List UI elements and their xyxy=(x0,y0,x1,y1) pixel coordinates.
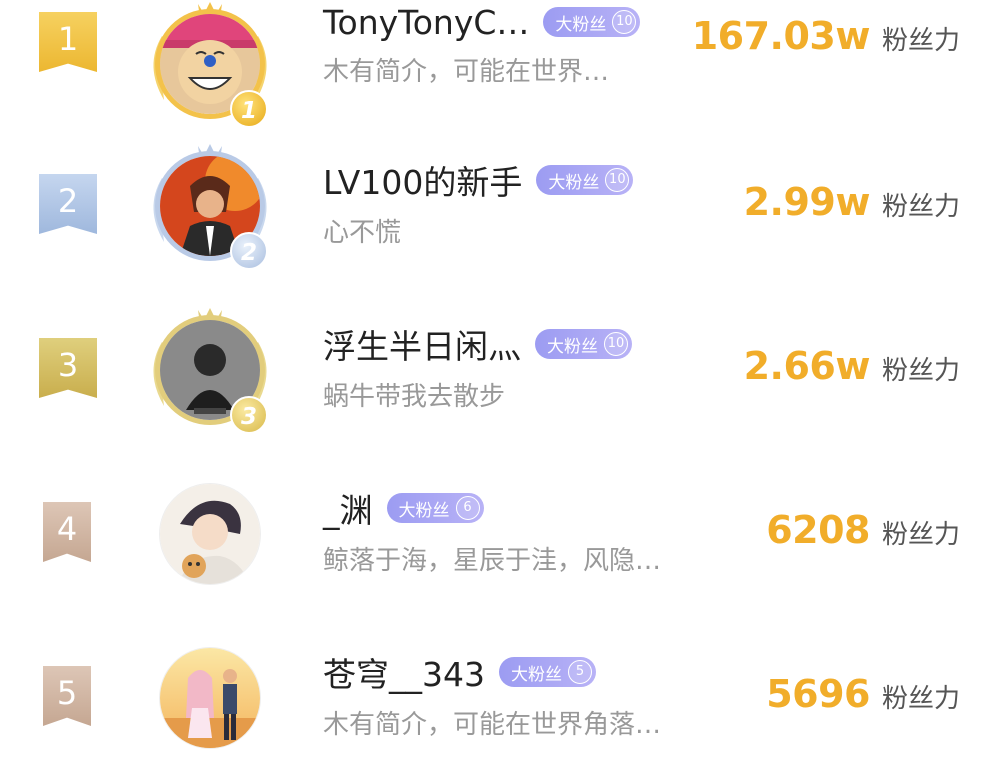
score-value: 6208 xyxy=(766,508,870,552)
badge-level: 10 xyxy=(612,10,637,34)
user-bio: 鲸落于海，星辰于洼，风隐… xyxy=(323,546,662,576)
fan-badge: 大粉丝 6 xyxy=(386,493,484,523)
badge-level: 5 xyxy=(568,660,592,684)
fan-ranking-list: 1 1 TonyTonyC… 大粉丝 10 木有简介，可能在世界… 167.03… xyxy=(0,0,1000,781)
score-value: 5696 xyxy=(766,672,870,716)
avatar-container[interactable]: 1 xyxy=(140,0,280,136)
badge-label: 大粉丝 xyxy=(547,336,598,357)
user-name[interactable]: LV100的新手 xyxy=(323,156,522,204)
ranking-row[interactable]: 3 3 浮生半日闲灬 大粉丝 10 蜗牛带我去散步 2.66w 粉丝力 xyxy=(0,290,1000,450)
fan-power-score: 2.66w 粉丝力 xyxy=(744,344,960,388)
user-name[interactable]: 浮生半日闲灬 xyxy=(323,320,521,368)
rank-ribbon: 5 xyxy=(43,666,91,726)
score-value: 2.66w xyxy=(743,344,871,388)
couple-sunset-avatar-icon xyxy=(160,648,260,748)
avatar-container[interactable] xyxy=(140,630,280,770)
fan-power-score: 6208 粉丝力 xyxy=(766,508,960,552)
gold-medal-icon: 1 xyxy=(230,90,268,128)
fan-power-score: 167.03w 粉丝力 xyxy=(692,14,960,58)
fan-badge: 大粉丝 10 xyxy=(536,165,634,195)
anime-boy-with-cat-avatar-icon xyxy=(160,484,260,584)
user-avatar xyxy=(160,484,260,584)
user-bio: 蜗牛带我去散步 xyxy=(323,382,506,412)
user-bio: 木有简介，可能在世界… xyxy=(323,57,610,87)
score-value: 167.03w xyxy=(691,14,871,58)
avatar-container[interactable]: 3 xyxy=(140,302,280,442)
user-avatar xyxy=(160,648,260,748)
user-name-line: 浮生半日闲灬 大粉丝 10 xyxy=(323,322,632,366)
rank-ribbon: 4 xyxy=(43,502,91,562)
ranking-row[interactable]: 1 1 TonyTonyC… 大粉丝 10 木有简介，可能在世界… 167.03… xyxy=(0,0,1000,128)
user-name[interactable]: 苍穹__343 xyxy=(323,648,485,696)
avatar-container[interactable] xyxy=(140,466,280,606)
score-value: 2.99w xyxy=(743,180,871,224)
badge-level: 6 xyxy=(455,496,480,520)
score-unit: 粉丝力 xyxy=(881,192,960,222)
user-name-line: 苍穹__343 大粉丝 5 xyxy=(323,650,596,694)
user-name-line: TonyTonyC… 大粉丝 10 xyxy=(323,0,641,44)
badge-level: 10 xyxy=(604,332,628,356)
user-bio: 心不慌 xyxy=(323,218,402,248)
fan-badge: 大粉丝 10 xyxy=(543,7,641,37)
silver-medal-icon: 2 xyxy=(230,232,268,270)
fan-power-score: 5696 粉丝力 xyxy=(766,672,960,716)
rank-ribbon: 3 xyxy=(39,338,97,398)
score-unit: 粉丝力 xyxy=(881,26,960,56)
fan-badge: 大粉丝 5 xyxy=(499,657,596,687)
fan-badge: 大粉丝 10 xyxy=(535,329,632,359)
user-name[interactable]: _渊 xyxy=(323,484,373,532)
user-bio: 木有简介，可能在世界角落… xyxy=(323,710,662,740)
ranking-row[interactable]: 4 _渊 大粉丝 6 鲸落于海，星辰于洼，风隐… 6208 粉丝力 xyxy=(0,454,1000,614)
badge-level: 10 xyxy=(605,168,630,192)
badge-label: 大粉丝 xyxy=(555,14,607,35)
rank-ribbon: 1 xyxy=(39,12,97,72)
badge-label: 大粉丝 xyxy=(548,172,600,193)
score-unit: 粉丝力 xyxy=(881,520,960,550)
badge-label: 大粉丝 xyxy=(511,664,562,685)
user-name[interactable]: TonyTonyC… xyxy=(323,3,529,42)
score-unit: 粉丝力 xyxy=(881,684,960,714)
score-unit: 粉丝力 xyxy=(881,356,960,386)
fan-power-score: 2.99w 粉丝力 xyxy=(744,180,960,224)
user-name-line: _渊 大粉丝 6 xyxy=(323,486,484,530)
ranking-row[interactable]: 5 苍穹__343 大粉丝 5 木有简介，可能在世界角落… 5696 粉丝力 xyxy=(0,618,1000,778)
avatar-container[interactable]: 2 xyxy=(140,138,280,278)
bronze-medal-icon: 3 xyxy=(230,396,268,434)
rank-ribbon: 2 xyxy=(39,174,97,234)
ranking-row[interactable]: 2 2 LV100的新手 大粉丝 10 心不慌 2.99w 粉丝力 xyxy=(0,126,1000,286)
user-name-line: LV100的新手 大粉丝 10 xyxy=(323,156,634,204)
badge-label: 大粉丝 xyxy=(398,500,450,521)
